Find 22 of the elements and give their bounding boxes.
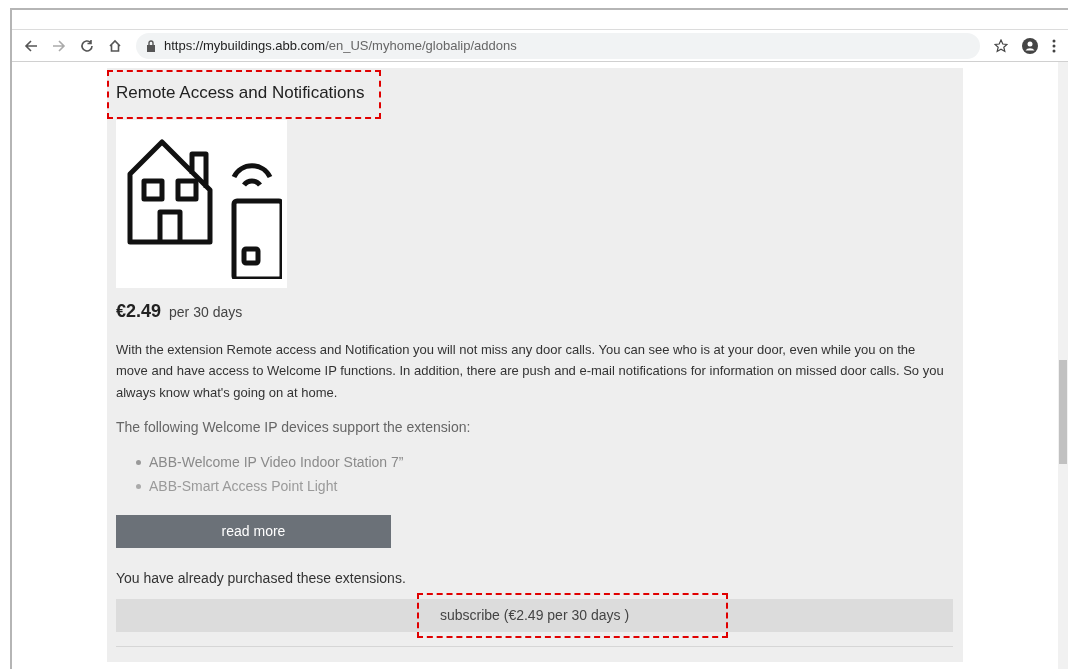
back-arrow-icon[interactable] <box>24 38 38 53</box>
account-icon[interactable] <box>1022 37 1038 54</box>
device-name: ABB-Welcome IP Video Indoor Station 7” <box>149 453 404 472</box>
device-name: ABB-Smart Access Point Light <box>149 477 338 496</box>
devices-heading: The following Welcome IP devices support the extension: <box>116 418 472 437</box>
description: With the extension Remote access and Notification you will not miss any door calls. You can see who is at your door, even while you on the move and have access to Welcome IP functions. In addition, there are push and e-mail notifications for information on missed door calls. So you always know what's going on at home. <box>116 340 945 402</box>
read-more-button[interactable]: read more <box>116 515 391 548</box>
bullet-icon <box>136 484 141 489</box>
menu-icon[interactable] <box>1052 38 1056 53</box>
purchased-note: You have already purchased these extensions. <box>116 569 407 588</box>
address-bar[interactable]: https://mybuildings.abb.com/en_US/myhome/globalip/addons <box>136 32 980 59</box>
url-host: https://mybuildings.abb.com <box>164 37 326 53</box>
lock-icon <box>146 39 156 52</box>
bullet-icon <box>136 460 141 465</box>
star-icon[interactable] <box>994 38 1008 53</box>
subscribe-button[interactable]: subscribe (€2.49 per 30 days ) <box>116 599 953 632</box>
reload-icon[interactable] <box>80 38 94 53</box>
home-icon[interactable] <box>108 38 122 53</box>
url-path: /en_US/myhome/globalip/addons <box>325 37 517 53</box>
addon-title: Remote Access and Notifications <box>116 82 365 104</box>
price-period: per 30 days <box>169 302 243 322</box>
price: €2.49 <box>116 299 162 323</box>
